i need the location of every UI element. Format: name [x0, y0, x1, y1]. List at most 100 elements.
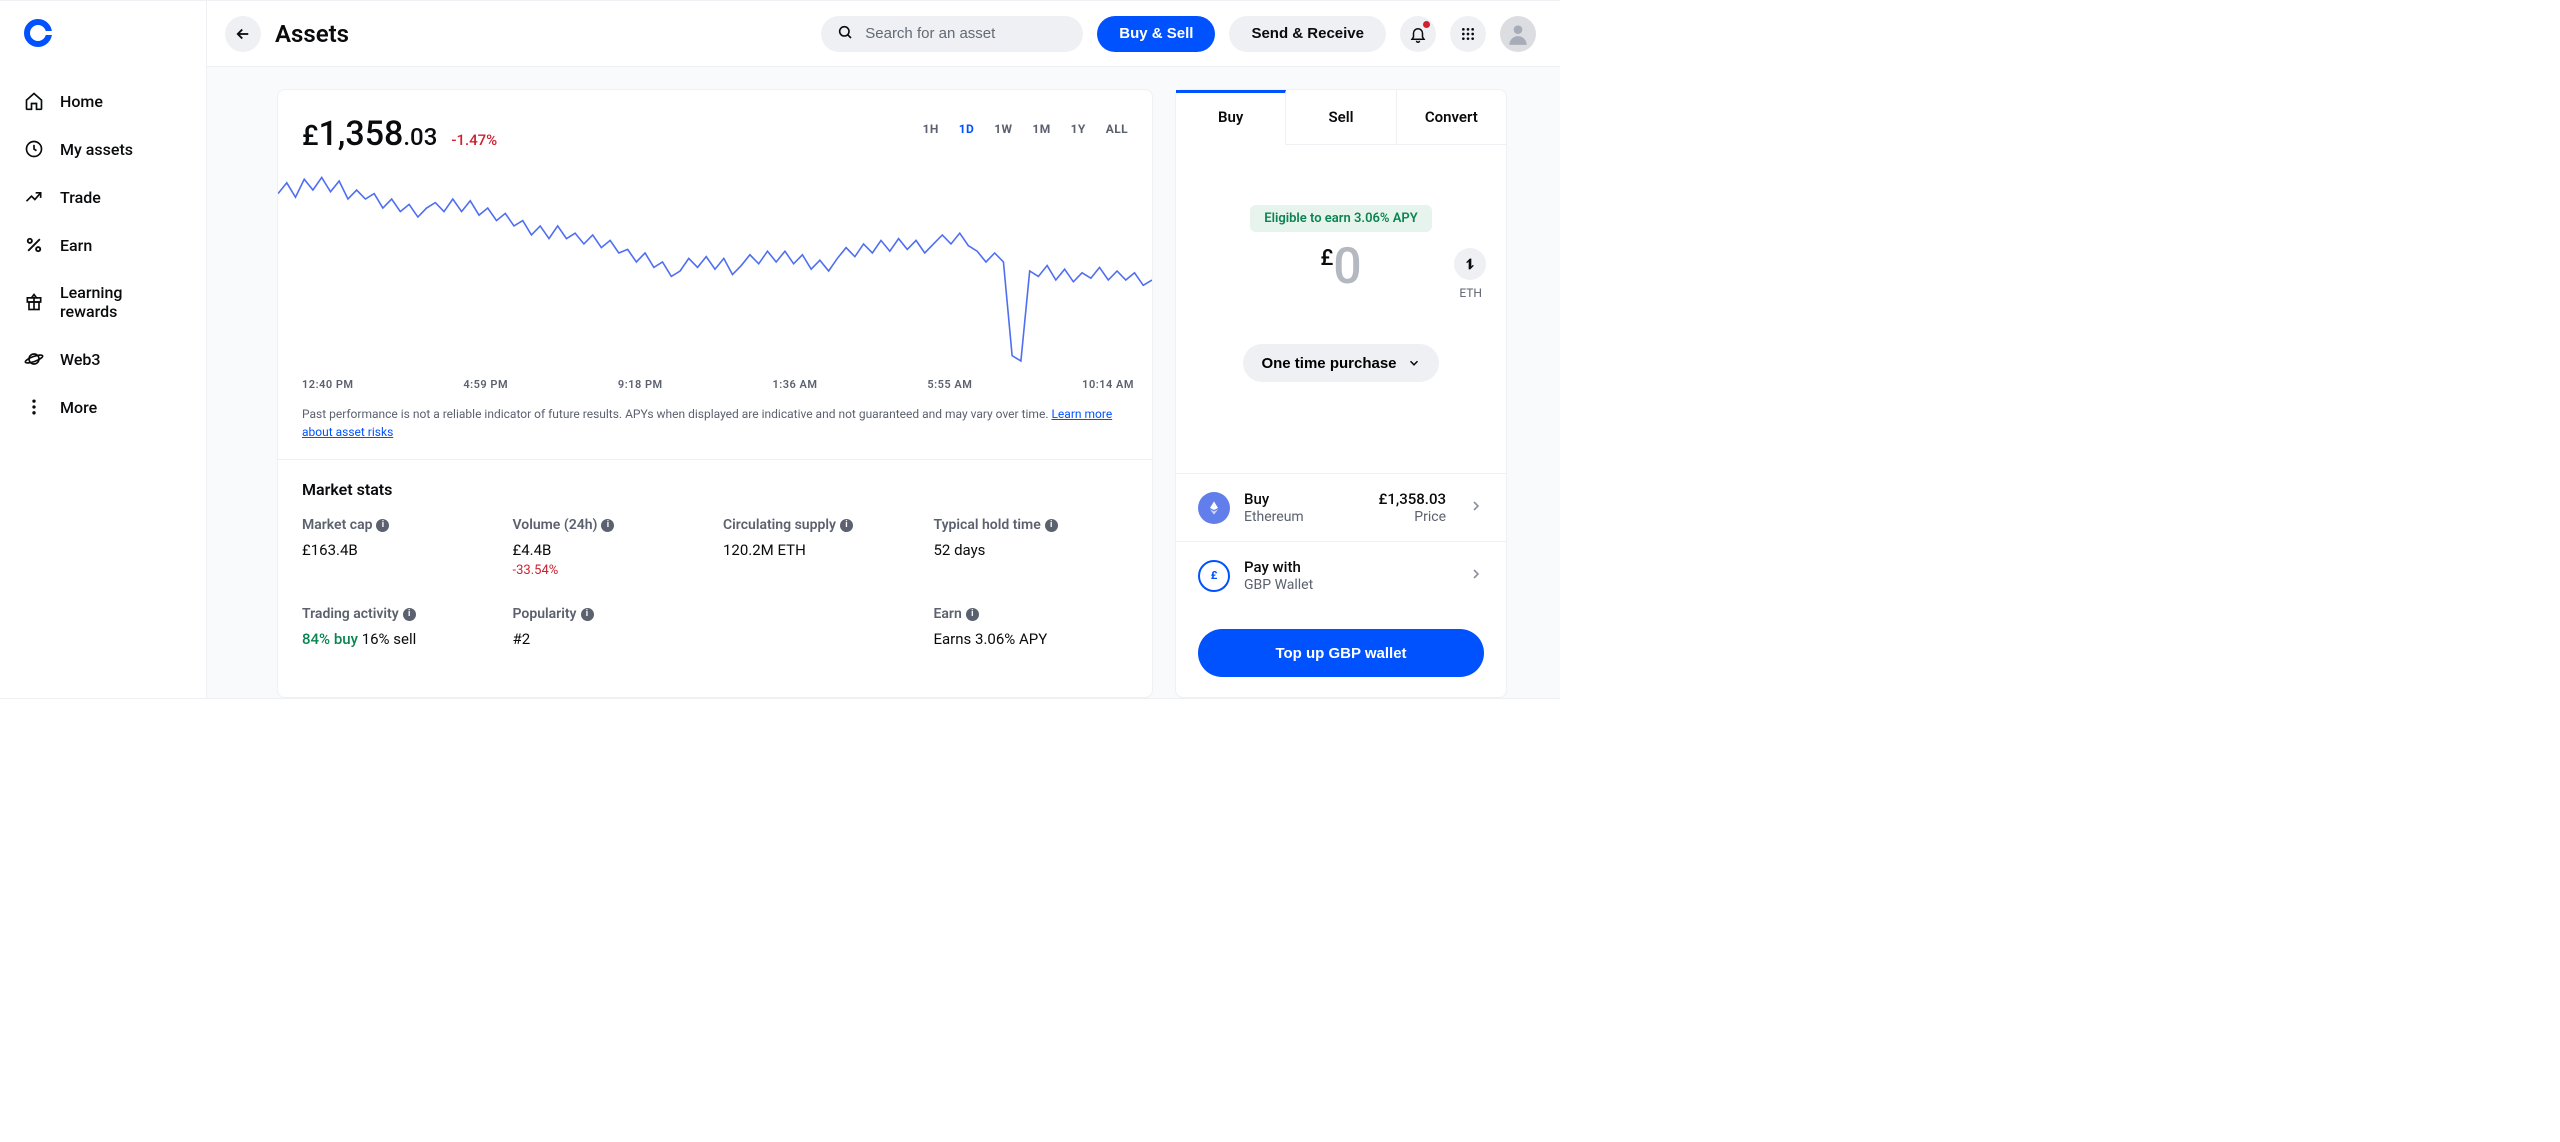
- x-axis-label: 9:18 PM: [618, 378, 663, 391]
- stat-value: £163.4B: [302, 541, 497, 559]
- swap-asset-button[interactable]: [1454, 248, 1486, 280]
- chevron-down-icon: [1407, 356, 1421, 370]
- x-axis-label: 1:36 AM: [772, 378, 817, 391]
- range-1y[interactable]: 1Y: [1071, 122, 1086, 136]
- stat-label: Volume (24h): [513, 517, 598, 533]
- trading-sell-pct: 16% sell: [362, 630, 417, 648]
- info-icon[interactable]: i: [403, 608, 416, 621]
- tab-convert[interactable]: Convert: [1397, 90, 1506, 144]
- range-1w[interactable]: 1W: [994, 122, 1012, 136]
- stat-circulating-supply: Circulating supplyi 120.2M ETH: [723, 517, 918, 578]
- info-icon[interactable]: i: [966, 608, 979, 621]
- stats-title: Market stats: [302, 480, 1128, 499]
- sidebar-item-home[interactable]: Home: [0, 77, 206, 125]
- stat-value: #2: [513, 630, 708, 648]
- trend-up-icon: [24, 187, 44, 207]
- stat-hold-time: Typical hold time i 52 days: [934, 517, 1129, 578]
- frequency-button[interactable]: One time purchase: [1243, 344, 1438, 382]
- top-up-button[interactable]: Top up GBP wallet: [1198, 629, 1484, 677]
- price-chart-card: £ 1,358 .03 -1.47% 1H 1D 1W 1M 1Y: [277, 89, 1153, 698]
- info-icon[interactable]: i: [1045, 519, 1058, 532]
- notification-dot: [1423, 21, 1430, 28]
- buy-row-price: £1,358.03: [1379, 490, 1447, 508]
- stat-trading-activity: Trading activity i 84% buy 16% sell: [302, 606, 497, 648]
- sidebar-item-label: Learning rewards: [60, 283, 182, 321]
- tab-sell[interactable]: Sell: [1286, 90, 1396, 144]
- sidebar-item-more[interactable]: More: [0, 383, 206, 431]
- stat-earn: Earni Earns 3.06% APY: [934, 606, 1129, 648]
- stat-label: Circulating supply: [723, 517, 836, 533]
- arrow-left-icon: [234, 25, 252, 43]
- info-icon[interactable]: i: [581, 608, 594, 621]
- sidebar-item-trade[interactable]: Trade: [0, 173, 206, 221]
- trade-tabs: Buy Sell Convert: [1176, 90, 1506, 145]
- brand-logo[interactable]: [0, 19, 206, 51]
- stat-label: Earn: [934, 606, 962, 622]
- sidebar-item-label: Web3: [60, 350, 101, 369]
- chevron-right-icon: [1468, 566, 1484, 586]
- stat-value: £4.4B: [513, 541, 708, 559]
- user-icon: [1505, 21, 1531, 47]
- chevron-right-icon: [1468, 498, 1484, 518]
- info-icon[interactable]: i: [601, 519, 614, 532]
- pay-with-row[interactable]: £ Pay with GBP Wallet: [1176, 542, 1506, 609]
- planet-icon: [24, 349, 44, 369]
- stat-label: Market cap: [302, 517, 372, 533]
- apps-grid-icon: [1460, 26, 1476, 42]
- notifications-button[interactable]: [1400, 16, 1436, 52]
- range-1m[interactable]: 1M: [1032, 122, 1050, 136]
- x-axis-label: 5:55 AM: [927, 378, 972, 391]
- price-chart[interactable]: [278, 154, 1152, 370]
- stat-popularity: Popularity i #2: [513, 606, 708, 648]
- sidebar-item-label: Trade: [60, 188, 101, 207]
- sidebar: Home My assets Trade Earn Learning rewar…: [0, 1, 207, 698]
- buy-asset-row[interactable]: Buy Ethereum £1,358.03 Price: [1176, 474, 1506, 542]
- chart-range-tabs: 1H 1D 1W 1M 1Y ALL: [923, 114, 1128, 136]
- buy-sell-button[interactable]: Buy & Sell: [1097, 16, 1215, 52]
- sidebar-item-label: My assets: [60, 140, 133, 159]
- range-all[interactable]: ALL: [1106, 122, 1128, 136]
- info-icon[interactable]: i: [840, 519, 853, 532]
- search-icon: [837, 24, 853, 44]
- tab-buy[interactable]: Buy: [1176, 90, 1286, 145]
- pay-row-title: Pay with: [1244, 558, 1446, 576]
- buy-row-title: Buy: [1244, 490, 1365, 508]
- asset-price: £ 1,358 .03: [302, 114, 437, 154]
- amount-currency: £: [1320, 246, 1333, 271]
- sidebar-item-earn[interactable]: Earn: [0, 221, 206, 269]
- stat-label: Trading activity: [302, 606, 399, 622]
- x-axis-label: 12:40 PM: [302, 378, 354, 391]
- search-input[interactable]: [821, 16, 1083, 52]
- stat-value: 52 days: [934, 541, 1129, 559]
- avatar[interactable]: [1500, 16, 1536, 52]
- sidebar-item-web3[interactable]: Web3: [0, 335, 206, 383]
- range-1d[interactable]: 1D: [959, 122, 974, 136]
- coinbase-logo-icon: [24, 19, 52, 47]
- amount-display[interactable]: £ 0 ETH: [1198, 242, 1484, 292]
- back-button[interactable]: [225, 16, 261, 52]
- sidebar-item-label: Home: [60, 92, 103, 111]
- stat-label: Typical hold time: [934, 517, 1041, 533]
- apps-button[interactable]: [1450, 16, 1486, 52]
- price-int: 1,358: [318, 114, 403, 154]
- stat-label: Popularity: [513, 606, 577, 622]
- stat-value: Earns 3.06% APY: [934, 630, 1129, 648]
- sidebar-item-my-assets[interactable]: My assets: [0, 125, 206, 173]
- chart-x-axis: 12:40 PM 4:59 PM 9:18 PM 1:36 AM 5:55 AM…: [278, 370, 1152, 405]
- info-icon[interactable]: i: [376, 519, 389, 532]
- disclaimer-text: Past performance is not a reliable indic…: [302, 407, 1051, 421]
- gift-icon: [24, 292, 44, 312]
- more-vertical-icon: [24, 397, 44, 417]
- x-axis-label: 4:59 PM: [463, 378, 508, 391]
- range-1h[interactable]: 1H: [923, 122, 939, 136]
- sidebar-item-learning-rewards[interactable]: Learning rewards: [0, 269, 206, 335]
- send-receive-button[interactable]: Send & Receive: [1229, 16, 1386, 52]
- trading-buy-pct: 84% buy: [302, 630, 358, 648]
- market-stats: Market stats Market cap i £163.4B Volume …: [278, 459, 1152, 668]
- frequency-label: One time purchase: [1261, 355, 1396, 372]
- buy-row-sub: Ethereum: [1244, 509, 1365, 525]
- home-icon: [24, 91, 44, 111]
- percent-icon: [24, 235, 44, 255]
- stat-market-cap: Market cap i £163.4B: [302, 517, 497, 578]
- stat-volume-change: -33.54%: [513, 563, 708, 578]
